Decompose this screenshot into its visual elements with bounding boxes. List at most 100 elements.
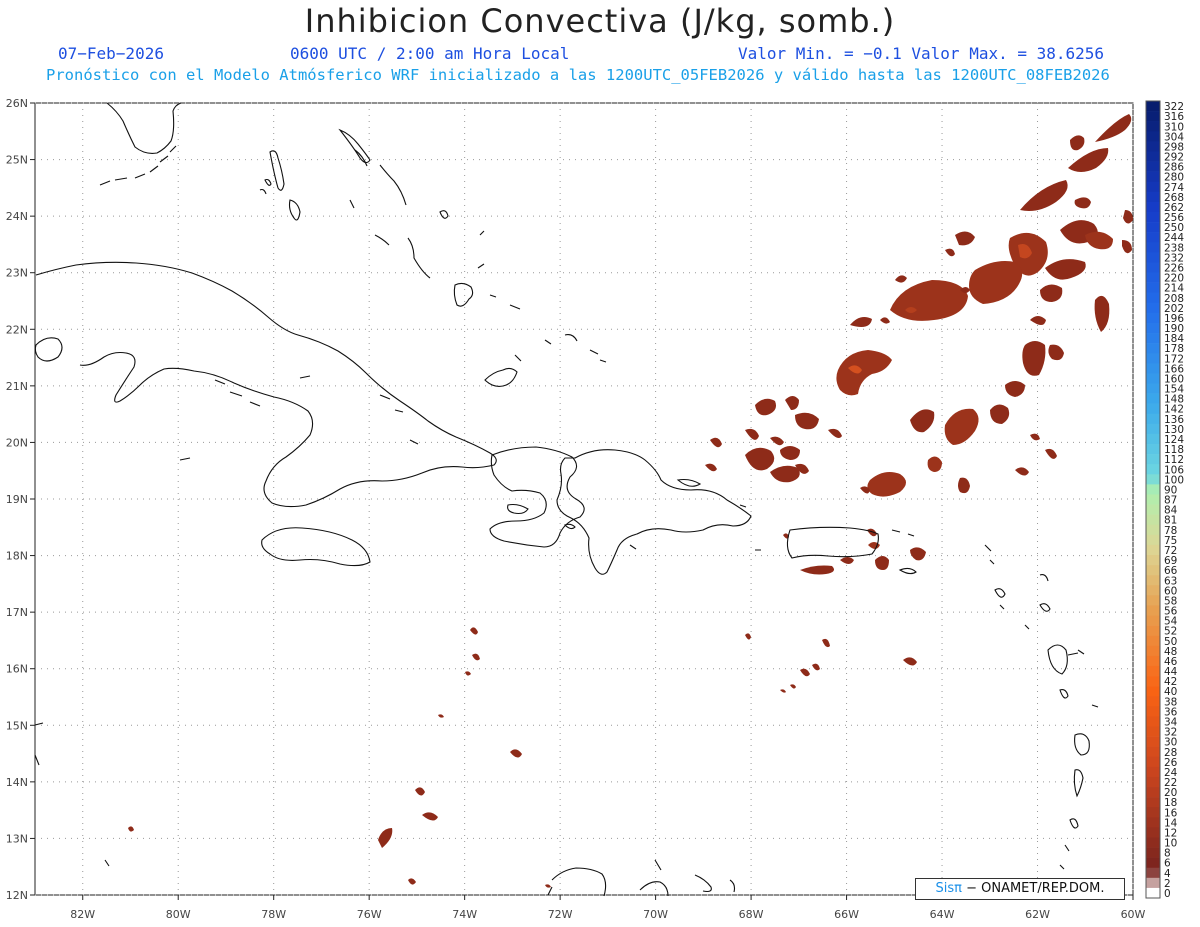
lat-tick-label: 25N xyxy=(6,154,28,167)
coastlines xyxy=(34,102,1099,897)
colorbar-swatch xyxy=(1146,686,1160,697)
colorbar-swatch xyxy=(1146,494,1160,505)
colorbar-swatch xyxy=(1146,857,1160,869)
lat-tick-label: 16N xyxy=(6,663,28,676)
colorbar-swatch xyxy=(1146,211,1160,223)
colorbar-swatch xyxy=(1146,524,1160,536)
sispi-logo: Sisπ xyxy=(935,881,962,896)
lon-tick-label: 76W xyxy=(357,908,382,921)
map-frame xyxy=(34,102,1134,896)
colorbar-swatch xyxy=(1146,131,1160,142)
colorbar-swatch xyxy=(1146,423,1160,435)
colorbar-swatch xyxy=(1146,201,1160,213)
colorbar-swatch xyxy=(1146,101,1160,112)
colorbar-swatch xyxy=(1146,877,1160,889)
lon-tick-label: 68W xyxy=(739,908,764,921)
colorbar-swatch xyxy=(1146,847,1160,858)
colorbar-swatch xyxy=(1146,746,1160,758)
colorbar-swatch xyxy=(1146,272,1160,283)
colorbar-swatch xyxy=(1146,454,1160,465)
lat-tick-label: 24N xyxy=(6,210,28,223)
lat-tick-label: 18N xyxy=(6,550,28,563)
colorbar-swatch xyxy=(1146,181,1160,193)
colorbar-swatch xyxy=(1146,635,1160,647)
colorbar-swatch xyxy=(1146,383,1160,394)
lon-tick-label: 66W xyxy=(834,908,859,921)
colorbar-swatch xyxy=(1146,161,1160,172)
colorbar-swatch xyxy=(1146,413,1160,425)
axis-labels: 82W 80W 78W 76W 74W 72W 70W 68W 66W 64W 62W 60W 12N 1… xyxy=(6,97,1146,921)
colorbar-swatch xyxy=(1146,252,1160,263)
cin-shading xyxy=(128,114,1133,888)
colorbar-swatch xyxy=(1146,353,1160,364)
colorbar-swatch xyxy=(1146,696,1160,707)
lat-tick-label: 12N xyxy=(6,889,28,902)
colorbar-swatch xyxy=(1146,433,1160,445)
colorbar-swatch xyxy=(1146,706,1160,717)
lat-tick-label: 17N xyxy=(6,606,28,619)
colorbar-swatch xyxy=(1146,171,1160,183)
colorbar-swatch xyxy=(1146,787,1160,798)
colorbar-swatch xyxy=(1146,393,1160,404)
colorbar-swatch xyxy=(1146,474,1160,485)
colorbar-swatch xyxy=(1146,615,1160,626)
colorbar-swatch xyxy=(1146,595,1160,606)
colorbar-swatch xyxy=(1146,726,1160,737)
colorbar-swatch xyxy=(1146,645,1160,657)
lat-tick-label: 20N xyxy=(6,436,28,449)
colorbar-swatch xyxy=(1146,322,1160,334)
colorbar-swatch xyxy=(1146,554,1160,566)
colorbar-swatch xyxy=(1146,141,1160,152)
colorbar-swatch xyxy=(1146,585,1160,596)
lat-tick-label: 14N xyxy=(6,776,28,789)
colorbar-swatch xyxy=(1146,817,1160,828)
colorbar-swatch xyxy=(1146,292,1160,304)
colorbar-swatch xyxy=(1146,565,1160,576)
colorbar-swatch xyxy=(1146,312,1160,324)
graticule xyxy=(35,102,1134,896)
colorbar-swatch xyxy=(1146,514,1160,526)
lat-tick-label: 21N xyxy=(6,380,28,393)
lon-tick-label: 74W xyxy=(452,908,477,921)
colorbar-swatch xyxy=(1146,887,1160,899)
credit-text: − ONAMET/REP.DOM. xyxy=(966,881,1105,896)
colorbar-swatch xyxy=(1146,655,1160,667)
lon-tick-label: 72W xyxy=(548,908,573,921)
colorbar-swatch xyxy=(1146,262,1160,273)
lat-tick-label: 19N xyxy=(6,493,28,506)
colorbar-swatch xyxy=(1146,282,1160,293)
colorbar-swatch xyxy=(1146,534,1160,546)
colorbar-swatch xyxy=(1146,403,1160,415)
lat-tick-label: 15N xyxy=(6,719,28,732)
colorbar-swatch xyxy=(1146,151,1160,162)
map-figure: 82W 80W 78W 76W 74W 72W 70W 68W 66W 64W 62W 60W 12N 1… xyxy=(6,97,1185,921)
colorbar-swatch xyxy=(1146,232,1160,243)
lon-tick-label: 70W xyxy=(643,908,668,921)
colorbar-swatch xyxy=(1146,333,1160,344)
colorbar-swatch xyxy=(1146,242,1160,253)
colorbar-swatch xyxy=(1146,343,1160,354)
colorbar-swatch xyxy=(1146,544,1160,556)
colorbar: 3223163103042982922862802742682622562502… xyxy=(1145,100,1184,900)
colorbar-swatch xyxy=(1146,504,1160,515)
credit-box: Sisπ − ONAMET/REP.DOM. xyxy=(915,878,1125,900)
lon-tick-label: 80W xyxy=(166,908,191,921)
colorbar-swatch xyxy=(1146,363,1160,374)
colorbar-swatch xyxy=(1146,776,1160,788)
colorbar-swatch xyxy=(1146,605,1160,616)
colorbar-swatch xyxy=(1146,625,1160,636)
colorbar-swatch xyxy=(1146,837,1160,848)
colorbar-swatch xyxy=(1146,797,1160,808)
colorbar-swatch xyxy=(1146,807,1160,818)
colorbar-swatch xyxy=(1146,302,1160,314)
colorbar-swatch xyxy=(1146,111,1160,122)
colorbar-swatch xyxy=(1146,716,1160,727)
colorbar-swatch xyxy=(1146,121,1160,132)
lon-tick-label: 78W xyxy=(261,908,286,921)
colorbar-swatch xyxy=(1146,444,1160,455)
lat-tick-label: 22N xyxy=(6,323,28,336)
colorbar-swatch xyxy=(1146,827,1160,838)
colorbar-label: 0 xyxy=(1164,888,1171,900)
colorbar-swatch xyxy=(1146,484,1160,495)
colorbar-swatch xyxy=(1146,756,1160,768)
